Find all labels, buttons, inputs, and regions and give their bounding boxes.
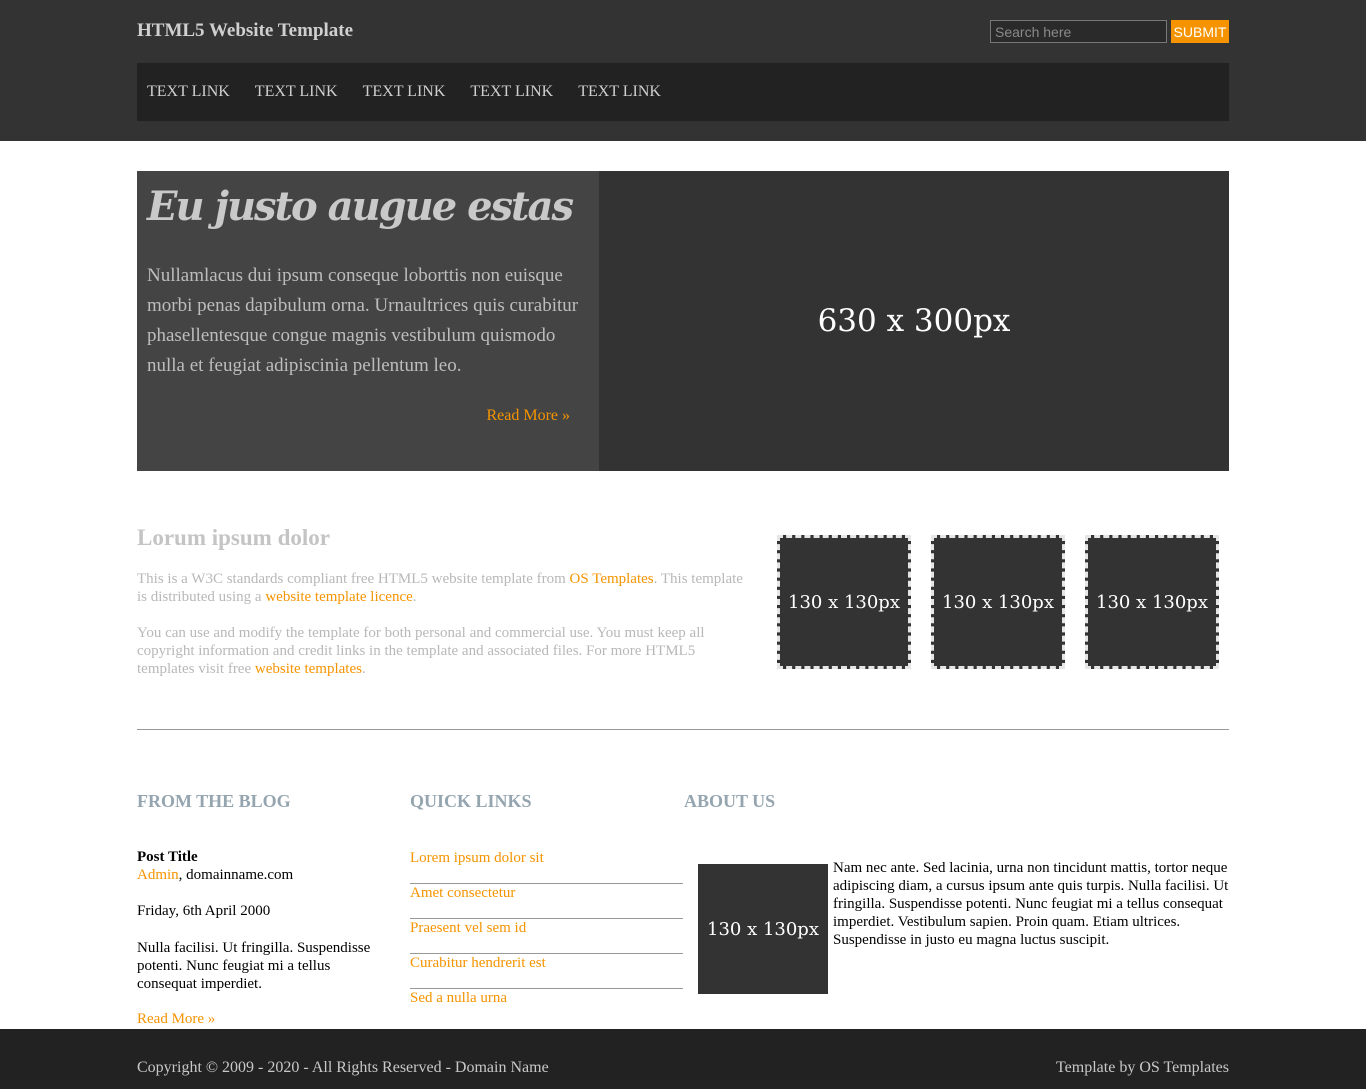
blog-read-more-link[interactable]: Read More » — [137, 1011, 215, 1028]
nav-item: TEXT LINK — [363, 63, 446, 121]
copyright-bar: Copyright © 2009 - 2020 - All Rights Res… — [0, 1029, 1366, 1089]
blog-author-domain: , domainname.com — [178, 867, 294, 883]
gallery-thumb-1[interactable]: 130 x 130px — [777, 535, 911, 669]
about-image-label: 130 x 130px — [707, 918, 819, 940]
thumb-label: 130 x 130px — [1096, 591, 1208, 613]
intro-text: This is a W3C standards compliant free H… — [137, 571, 570, 587]
intro-paragraph-1: This is a W3C standards compliant free H… — [137, 570, 747, 606]
nav-item: TEXT LINK — [578, 63, 661, 121]
blog-post-meta: Admin, domainname.com — [137, 867, 293, 884]
quick-links-title: QUICK LINKS — [410, 791, 532, 811]
quick-link-item: Sed a nulla urna — [410, 989, 683, 1023]
quick-link-1[interactable]: Lorem ipsum dolor sit — [410, 849, 683, 867]
about-title: ABOUT US — [684, 791, 776, 811]
nav-item: TEXT LINK — [470, 63, 553, 121]
nav-link-4[interactable]: TEXT LINK — [470, 63, 553, 121]
quick-link-item: Curabitur hendrerit est — [410, 954, 683, 989]
gallery-thumb-3[interactable]: 130 x 130px — [1085, 535, 1219, 669]
template-credit: Template by OS Templates — [1056, 1059, 1229, 1076]
blog-post-title: Post Title — [137, 849, 198, 865]
intro-text: . — [412, 589, 417, 605]
quick-links-list: Lorem ipsum dolor sit Amet consectetur P… — [410, 849, 683, 1023]
featured-image-placeholder: 630 x 300px — [599, 171, 1229, 471]
nav-item: TEXT LINK — [255, 63, 338, 121]
quick-link-5[interactable]: Sed a nulla urna — [410, 989, 683, 1007]
section-divider — [137, 729, 1229, 730]
search-submit-button[interactable]: SUBMIT — [1171, 20, 1229, 43]
featured-text: Nullamlacus dui ipsum conseque loborttis… — [147, 265, 579, 376]
featured-heading: Eu justo augue estas — [147, 183, 574, 230]
site-header: HTML5 Website Template SUBMIT TEXT LINK … — [0, 0, 1366, 141]
site-title[interactable]: HTML5 Website Template — [137, 20, 353, 42]
nav-link-3[interactable]: TEXT LINK — [363, 63, 446, 121]
website-templates-link[interactable]: website templates — [255, 661, 362, 677]
intro-paragraph-2: You can use and modify the template for … — [137, 624, 747, 678]
intro-text: You can use and modify the template for … — [137, 625, 705, 677]
intro-text: . — [361, 661, 366, 677]
quick-link-item: Amet consectetur — [410, 884, 683, 919]
blog-post-date: Friday, 6th April 2000 — [137, 903, 271, 919]
blog-author-link[interactable]: Admin — [137, 867, 179, 883]
quick-link-item: Lorem ipsum dolor sit — [410, 849, 683, 884]
blog-title: FROM THE BLOG — [137, 791, 291, 811]
featured-image-label: 630 x 300px — [817, 303, 1011, 339]
quick-link-4[interactable]: Curabitur hendrerit est — [410, 954, 683, 972]
gallery-thumb-2[interactable]: 130 x 130px — [931, 535, 1065, 669]
nav-item: TEXT LINK — [147, 63, 230, 121]
nav-link-2[interactable]: TEXT LINK — [255, 63, 338, 121]
featured-text-panel: Eu justo augue estas Nullamlacus dui ips… — [137, 171, 599, 471]
featured-slide: Eu justo augue estas Nullamlacus dui ips… — [137, 171, 1229, 471]
about-image-placeholder: 130 x 130px — [698, 864, 828, 994]
quick-link-3[interactable]: Praesent vel sem id — [410, 919, 683, 937]
licence-link[interactable]: website template licence — [265, 589, 412, 605]
nav-link-1[interactable]: TEXT LINK — [147, 63, 230, 121]
thumb-label: 130 x 130px — [788, 591, 900, 613]
main-nav: TEXT LINK TEXT LINK TEXT LINK TEXT LINK … — [137, 63, 1229, 121]
about-text: Nam nec ante. Sed lacinia, urna non tinc… — [833, 860, 1229, 948]
nav-link-5[interactable]: TEXT LINK — [578, 63, 661, 121]
intro-heading: Lorum ipsum dolor — [137, 525, 330, 550]
copyright-text: Copyright © 2009 - 2020 - All Rights Res… — [137, 1059, 549, 1076]
thumb-label: 130 x 130px — [942, 591, 1054, 613]
featured-read-more-link[interactable]: Read More » — [486, 407, 570, 425]
blog-post-excerpt: Nulla facilisi. Ut fringilla. Suspendiss… — [137, 940, 371, 992]
quick-link-2[interactable]: Amet consectetur — [410, 884, 683, 902]
os-templates-link[interactable]: OS Templates — [570, 571, 654, 587]
nav-list: TEXT LINK TEXT LINK TEXT LINK TEXT LINK … — [137, 63, 1229, 121]
quick-link-item: Praesent vel sem id — [410, 919, 683, 954]
search-input[interactable] — [990, 20, 1167, 43]
